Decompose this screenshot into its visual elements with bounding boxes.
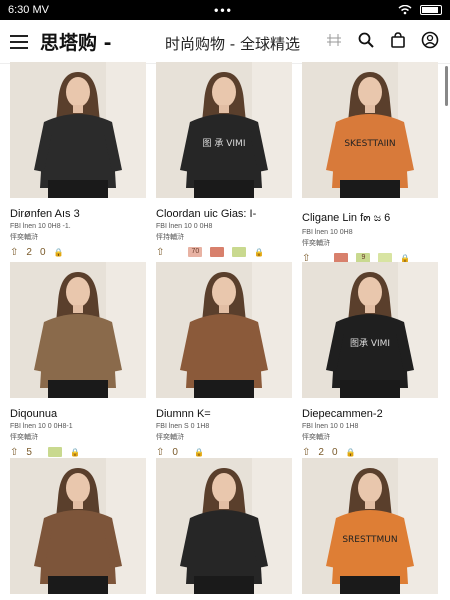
product-card[interactable]: 图承 VIMI Diepecammen-2 FBI lnen 10 0 1H8 怦奕… [302, 262, 438, 458]
product-image[interactable]: 图 承 VIMI [156, 62, 292, 198]
product-meta-secondary: 怦持輔浒 [156, 234, 184, 241]
product-card[interactable]: 图 承 VIMI Cloordan uic Gias: I- FBI lnen 1… [156, 62, 292, 258]
product-badge[interactable]: 70 [188, 247, 203, 257]
product-image[interactable]: SKESTTAIIN [302, 62, 438, 198]
product-image[interactable] [10, 62, 146, 198]
status-time: 6:30 MV [8, 4, 49, 16]
up-arrow-icon[interactable]: ⇧ [10, 447, 18, 458]
action-count-secondary: 0 [331, 446, 338, 458]
action-count: 2 [26, 246, 32, 258]
user-icon[interactable] [420, 30, 440, 50]
action-count: 5 [26, 446, 32, 458]
product-image[interactable]: SRESTTMUN [302, 458, 438, 594]
product-name[interactable]: Diepecammen-2 [302, 408, 438, 420]
up-arrow-icon[interactable]: ⇧ [156, 247, 164, 258]
shirt-print: 图 承 VIMI [203, 138, 246, 149]
up-arrow-icon[interactable]: ⇧ [10, 247, 18, 258]
lock-icon[interactable]: 🔒 [194, 448, 204, 457]
product-grid: Dirønfen Aıs 3 FBI lnen 10 0H8 -1. 怦奕輔浒 ⇧ 2 0… [10, 62, 438, 600]
product-actions: ⇧ 0 🔒 [156, 446, 292, 458]
action-count: 2 [318, 446, 324, 458]
app-title: 思塔购 - [40, 32, 112, 54]
action-count-secondary: 0 [39, 246, 46, 258]
product-meta: FBI lnen 10 0H8 [302, 229, 353, 236]
product-badge[interactable] [47, 447, 62, 457]
product-card[interactable]: SKESTTAIIN Cligane Lin f๓ ಜ 6 FBI lnen 10… [302, 62, 438, 264]
product-meta: FBI lnen 10 0H8 -1. [10, 223, 71, 230]
shirt-print: SRESTTMUN [342, 535, 397, 545]
product-meta: FBI lnen 10 0 0H8-1 [10, 423, 73, 430]
product-card[interactable]: Diumnn K= FBI lnen S 0 1H8 怦奕輔浒 ⇧ 0 🔒 [156, 262, 292, 458]
product-actions: ⇧ 70 🔒 [156, 246, 292, 258]
product-name[interactable]: Cloordan uic Gias: I- [156, 208, 292, 220]
product-card[interactable]: Diqounua FBI lnen 10 0 0H8-1 怦奕輔浒 ⇧ 5 🔒 [10, 262, 146, 458]
product-meta-secondary: 怦奕輔浒 [10, 434, 38, 441]
product-name[interactable]: Diqounua [10, 408, 146, 420]
shirt-print: 图承 VIMI [350, 338, 390, 349]
product-meta: FBI lnen 10 0 1H8 [302, 423, 359, 430]
menu-icon[interactable] [10, 34, 28, 49]
product-card[interactable] [10, 458, 146, 600]
product-image[interactable] [156, 262, 292, 398]
lock-icon[interactable]: 🔒 [346, 448, 356, 457]
battery-icon [419, 5, 442, 15]
up-arrow-icon[interactable]: ⇧ [156, 447, 164, 458]
product-meta-secondary: 怦奕輔浒 [302, 434, 330, 441]
lock-icon[interactable]: 🔒 [54, 248, 64, 257]
app-header: 思塔购 - 时尚购物 - 全球精选 [0, 20, 450, 64]
product-meta: FBI lnen 10 0 0H8 [156, 223, 213, 230]
product-name[interactable]: Cligane Lin f๓ ಜ 6 [302, 208, 438, 226]
status-right [398, 5, 442, 15]
product-actions: ⇧ 2 0 🔒 [302, 446, 438, 458]
up-arrow-icon[interactable]: ⇧ [302, 447, 310, 458]
product-badge[interactable] [232, 247, 247, 257]
product-image[interactable] [156, 458, 292, 594]
product-image[interactable] [10, 458, 146, 594]
product-meta-secondary: 怦奕輔浒 [156, 434, 184, 441]
product-badge[interactable] [210, 247, 225, 257]
product-card[interactable]: SRESTTMUN [302, 458, 438, 600]
shirt-print: SKESTTAIIN [344, 139, 395, 149]
status-dots: ••• [214, 3, 233, 17]
product-name[interactable]: Diumnn K= [156, 408, 292, 420]
search-icon[interactable] [356, 30, 376, 50]
status-bar: 6:30 MV ••• [0, 0, 450, 20]
action-count: 0 [172, 446, 178, 458]
tag-icon[interactable] [324, 30, 344, 50]
scrollbar[interactable] [445, 66, 448, 106]
product-actions: ⇧ 5 🔒 [10, 446, 146, 458]
header-icons [324, 30, 440, 50]
product-card[interactable] [156, 458, 292, 600]
product-meta-secondary: 怦奕輔浒 [302, 240, 330, 247]
lock-icon[interactable]: 🔒 [70, 448, 80, 457]
product-meta: FBI lnen S 0 1H8 [156, 423, 210, 430]
wifi-icon [398, 5, 412, 15]
bag-icon[interactable] [388, 30, 408, 50]
product-actions: ⇧ 2 0 🔒 [10, 246, 146, 258]
product-image[interactable]: 图承 VIMI [302, 262, 438, 398]
product-name[interactable]: Dirønfen Aıs 3 [10, 208, 146, 220]
product-meta-secondary: 怦奕輔浒 [10, 234, 38, 241]
app-subtitle: 时尚购物 - 全球精选 [165, 35, 300, 53]
product-image[interactable] [10, 262, 146, 398]
product-card[interactable]: Dirønfen Aıs 3 FBI lnen 10 0H8 -1. 怦奕輔浒 ⇧ 2 0… [10, 62, 146, 258]
lock-icon[interactable]: 🔒 [254, 248, 264, 257]
